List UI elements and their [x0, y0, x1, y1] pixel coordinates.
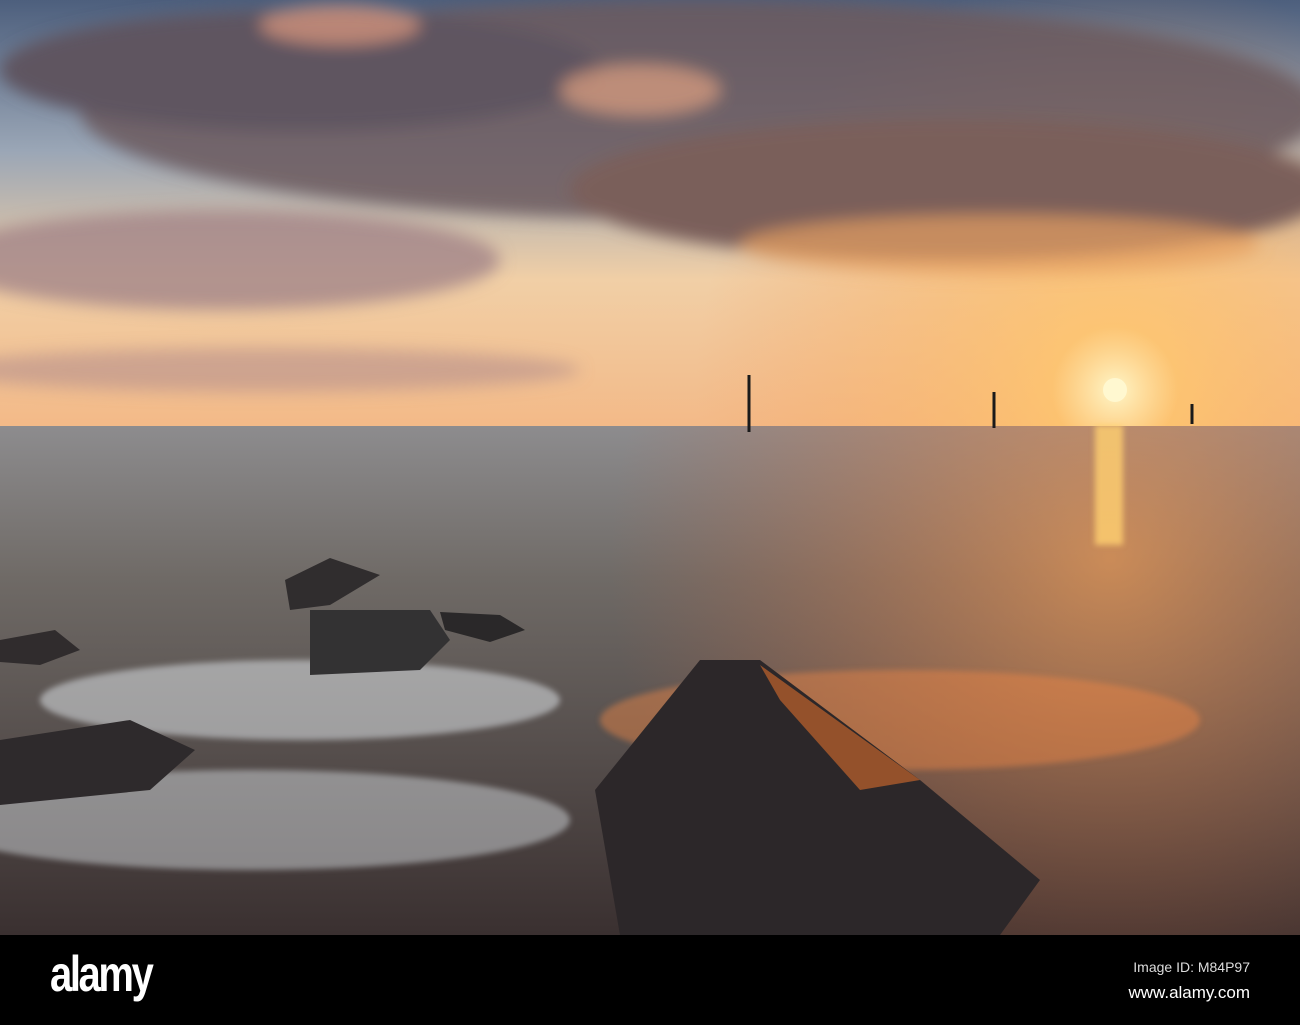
alamy-logo: alamy	[50, 946, 154, 1002]
seascape-photo	[0, 0, 1300, 935]
sun	[1103, 378, 1127, 402]
website-link[interactable]: www.alamy.com	[1128, 983, 1250, 1003]
image-id: Image ID: M84P97	[1133, 959, 1250, 975]
watermark-footer: alamy Image ID: M84P97 www.alamy.com	[0, 935, 1300, 1025]
